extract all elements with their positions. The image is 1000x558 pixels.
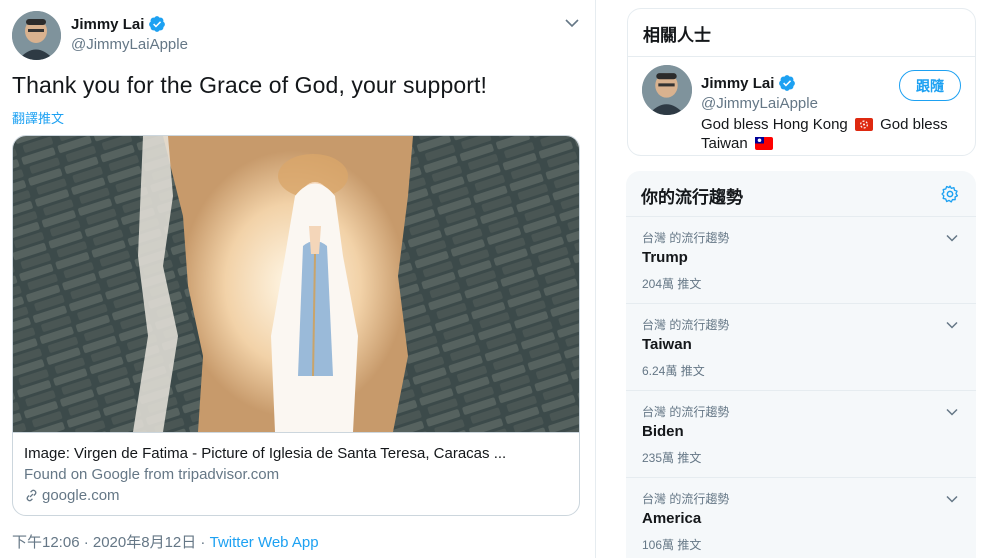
trend-name[interactable]: Trump xyxy=(642,249,961,269)
follow-button[interactable]: 跟隨 xyxy=(899,70,961,101)
tweet-meta: 下午12:06 · 2020年8月12日 · Twitter Web App xyxy=(12,531,319,552)
trend-context: 台灣 的流行趨勢 xyxy=(642,405,730,419)
tweet-text: Thank you for the Grace of God, your sup… xyxy=(12,72,487,98)
trend-item[interactable]: 台灣 的流行趨勢 America 106萬 推文 xyxy=(626,478,976,558)
tweet-menu-chevron-icon[interactable] xyxy=(563,14,581,32)
related-people-title: 相關人士 xyxy=(628,9,975,57)
trend-count: 235萬 推文 xyxy=(642,451,702,465)
trends-panel: 你的流行趨勢 台灣 的流行趨勢 Trump 204萬 推文 台灣 的流行趨勢 T… xyxy=(626,171,976,558)
trend-item[interactable]: 台灣 的流行趨勢 Taiwan 6.24萬 推文 xyxy=(626,304,976,391)
trend-item[interactable]: 台灣 的流行趨勢 Trump 204萬 推文 xyxy=(626,217,976,304)
hong-kong-flag-icon xyxy=(854,118,873,131)
card-domain[interactable]: google.com xyxy=(24,485,570,506)
verified-badge-icon xyxy=(779,75,796,91)
trend-count: 6.24萬 推文 xyxy=(642,364,705,378)
trends-header: 你的流行趨勢 xyxy=(626,171,976,217)
trend-context: 台灣 的流行趨勢 xyxy=(642,318,730,332)
related-person[interactable]: Jimmy Lai @JimmyLaiApple 跟隨 God bless Ho… xyxy=(628,57,975,155)
related-person-avatar[interactable] xyxy=(642,65,692,115)
trend-count: 106萬 推文 xyxy=(642,538,702,552)
trend-name[interactable]: America xyxy=(642,510,961,530)
trend-item[interactable]: 台灣 的流行趨勢 Biden 235萬 推文 xyxy=(626,391,976,478)
card-image xyxy=(13,136,579,432)
link-icon xyxy=(26,489,37,502)
related-person-bio: God bless Hong Kong God bless Taiwan xyxy=(701,115,966,153)
chevron-down-icon[interactable] xyxy=(945,231,959,245)
related-person-name[interactable]: Jimmy Lai xyxy=(701,75,774,92)
author-handle[interactable]: @JimmyLaiApple xyxy=(71,36,188,53)
trend-name[interactable]: Taiwan xyxy=(642,336,961,356)
tweet-column: Jimmy Lai @JimmyLaiApple Thank you for t… xyxy=(0,0,596,558)
trend-context: 台灣 的流行趨勢 xyxy=(642,231,730,245)
link-card[interactable]: Image: Virgen de Fatima - Picture of Igl… xyxy=(12,135,580,516)
related-person-info: Jimmy Lai @JimmyLaiApple xyxy=(701,73,818,113)
card-title[interactable]: Image: Virgen de Fatima - Picture of Igl… xyxy=(24,444,570,464)
chevron-down-icon[interactable] xyxy=(945,492,959,506)
gear-icon[interactable] xyxy=(940,184,960,204)
related-people-panel: 相關人士 Jimmy Lai @JimmyLaiApple 跟隨 God ble… xyxy=(627,8,976,156)
author-avatar[interactable] xyxy=(12,11,61,60)
trends-title: 你的流行趨勢 xyxy=(641,188,743,207)
tweet-timestamp[interactable]: 下午12:06 · 2020年8月12日 xyxy=(12,534,196,551)
meta-separator: · xyxy=(196,534,210,551)
bio-text-1: God bless Hong Kong xyxy=(701,116,848,133)
trend-context: 台灣 的流行趨勢 xyxy=(642,492,730,506)
related-person-handle[interactable]: @JimmyLaiApple xyxy=(701,95,818,112)
card-description: Found on Google from tripadvisor.com xyxy=(24,466,280,483)
taiwan-flag-icon xyxy=(754,137,773,150)
tweet-source-app[interactable]: Twitter Web App xyxy=(210,534,319,551)
verified-badge-icon xyxy=(149,16,166,32)
chevron-down-icon[interactable] xyxy=(945,405,959,419)
author-block: Jimmy Lai @JimmyLaiApple xyxy=(71,14,188,54)
translate-tweet-link[interactable]: 翻譯推文 xyxy=(12,108,64,127)
trend-name[interactable]: Biden xyxy=(642,423,961,443)
trend-count: 204萬 推文 xyxy=(642,277,702,291)
card-body[interactable]: Image: Virgen de Fatima - Picture of Igl… xyxy=(13,432,579,515)
chevron-down-icon[interactable] xyxy=(945,318,959,332)
card-domain-text: google.com xyxy=(42,487,120,504)
author-name[interactable]: Jimmy Lai xyxy=(71,16,144,33)
